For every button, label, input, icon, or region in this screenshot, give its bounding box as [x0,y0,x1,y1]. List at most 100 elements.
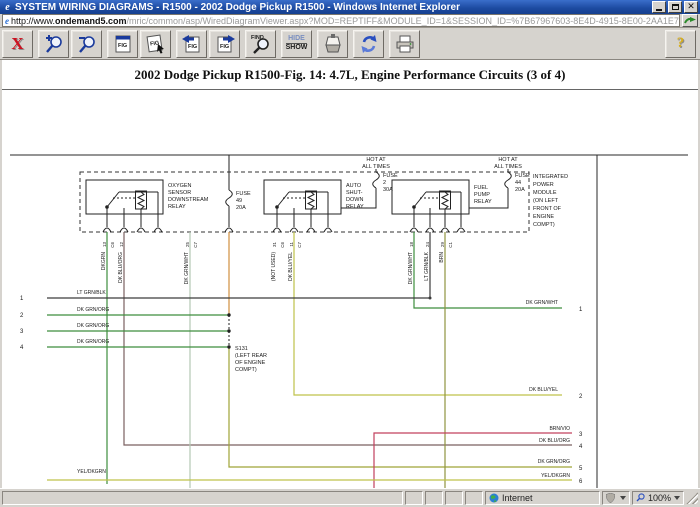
close-icon: ✕ [687,3,695,11]
viewer-toolbar: X FIG FIG [0,28,700,60]
svg-text:LT GRN/BLK: LT GRN/BLK [424,251,430,280]
relay-asd-label: AUTO SHUT- DOWN RELAY [346,183,364,210]
svg-text:FRONT OF: FRONT OF [533,206,562,212]
svg-text:FIG: FIG [118,43,127,49]
svg-text:SHUT-: SHUT- [346,190,363,196]
hide-show-label: HIDE SHOW [286,35,308,52]
hide-show-highlights-button[interactable]: HIDE SHOW [281,30,312,58]
svg-text:DOWN: DOWN [346,197,363,203]
refresh-icon [358,33,380,55]
wire-dkblu-org [124,232,572,445]
hot-at-label: HOT AT [366,157,386,163]
wiring-diagram[interactable]: HOT AT ALL TIMES HOT AT ALL TIMES INTEGR… [2,150,700,488]
previous-figure-icon: FIG [181,33,203,55]
left-wire-numbers: 1 2 3 4 [20,296,24,351]
svg-text:4: 4 [20,345,24,351]
fuse-2-label: FUSE 2 30A [383,173,398,193]
find-button[interactable]: FIND [245,30,276,58]
close-figure-button[interactable]: X [2,30,33,58]
svg-text:C7: C7 [297,242,302,248]
security-zone-label: Internet [502,493,533,503]
minimize-button[interactable] [652,1,666,13]
svg-text:LT GRN/BLK: LT GRN/BLK [77,290,106,296]
svg-text:2: 2 [383,180,386,186]
svg-text:DK GRN/WHT: DK GRN/WHT [526,300,558,306]
svg-text:1: 1 [20,296,24,302]
address-bar: e http://www.ondemand5.com/mric/common/a… [0,14,700,28]
power-source-labels: HOT AT ALL TIMES HOT AT ALL TIMES [355,156,529,170]
svg-text:25: 25 [185,242,190,248]
svg-text:2: 2 [20,313,24,319]
svg-text:3: 3 [579,432,583,438]
svg-text:DK GRN/ORG: DK GRN/ORG [77,323,109,329]
svg-text:6: 6 [579,479,583,485]
svg-text:FIG: FIG [188,44,197,50]
help-button[interactable]: ? [665,30,696,58]
svg-text:PUMP: PUMP [474,192,490,198]
svg-text:C6: C6 [280,242,285,248]
svg-text:4: 4 [579,444,583,450]
next-figure-icon: FIG [214,33,236,55]
url-input[interactable]: e http://www.ondemand5.com/mric/common/a… [2,14,680,27]
print-button[interactable] [389,30,420,58]
zoom-in-button[interactable] [38,30,69,58]
svg-text:DKGRN: DKGRN [101,252,107,270]
svg-text:SENSOR: SENSOR [168,190,191,196]
svg-text:DK BLU/ORG: DK BLU/ORG [539,438,570,444]
svg-text:DK GRN/ORG: DK GRN/ORG [538,459,570,465]
svg-text:12: 12 [119,242,124,248]
next-figure-button[interactable]: FIG [209,30,240,58]
svg-text:DOWNSTREAM: DOWNSTREAM [168,197,209,203]
svg-text:DK BLU/ORG: DK BLU/ORG [118,252,124,283]
restore-button[interactable] [668,1,682,13]
zoom-out-button[interactable] [71,30,102,58]
figure-list-button[interactable]: FIG [107,30,138,58]
svg-text:24: 24 [425,242,430,248]
integrated-power-module-label: INTEGRATED POWER MODULE (ON LEFT FRONT O… [533,174,568,228]
svg-text:COMPT): COMPT) [533,222,555,228]
phishing-filter-panel[interactable] [602,491,630,505]
status-panel [405,491,423,505]
fuse-44-label: FUSE 44 20A [515,173,530,193]
relay-fuel-pump [392,180,469,232]
zoom-level-control[interactable]: 100% [632,491,684,505]
resize-grip[interactable] [686,492,698,504]
relay-oxygen-sensor-downstream [86,180,163,232]
svg-text:20A: 20A [236,205,246,211]
svg-text:(NOT USED): (NOT USED) [271,252,277,281]
svg-text:COMPT): COMPT) [235,367,257,373]
svg-text:C6: C6 [110,242,115,248]
wire-dkgrn-wht-out [414,232,562,308]
find-icon: FIND [249,32,273,56]
svg-text:DK BLU/YEL: DK BLU/YEL [288,252,294,281]
svg-text:OF ENGINE: OF ENGINE [235,360,266,366]
go-button[interactable] [682,14,698,27]
svg-text:5: 5 [579,466,583,472]
help-icon: ? [677,35,685,52]
url-prefix: http://www. [11,16,55,26]
relay-fuel-pump-label: FUEL PUMP RELAY [474,185,492,205]
printer-icon [394,33,416,55]
svg-text:S131: S131 [235,346,248,352]
svg-text:BRN/VIO: BRN/VIO [549,426,570,432]
svg-text:44: 44 [515,180,521,186]
red-x-icon: X [11,35,23,52]
clear-highlights-button[interactable] [317,30,348,58]
zoom-in-icon [43,33,65,55]
svg-text:MODULE: MODULE [533,190,557,196]
ie-window: e SYSTEM WIRING DIAGRAMS - R1500 - 2002 … [0,0,700,507]
previous-figure-button[interactable]: FIG [176,30,207,58]
status-panel [465,491,483,505]
refresh-button[interactable] [353,30,384,58]
minimize-icon [656,9,662,11]
svg-text:C1: C1 [448,242,453,248]
dropdown-arrow-icon [620,496,626,500]
svg-text:AUTO: AUTO [346,183,362,189]
figure-title: 2002 Dodge Pickup R1500-Fig. 14: 4.7L, E… [2,60,698,83]
svg-text:20A: 20A [515,187,525,193]
zoom-out-icon [76,33,98,55]
figure-select-button[interactable]: FIG [140,30,171,58]
close-button[interactable]: ✕ [684,1,698,13]
right-wire-labels: DK GRN/WHT DK BLU/YEL BRN/VIO DK BLU/ORG… [526,300,571,479]
fuse-49 [225,155,233,232]
